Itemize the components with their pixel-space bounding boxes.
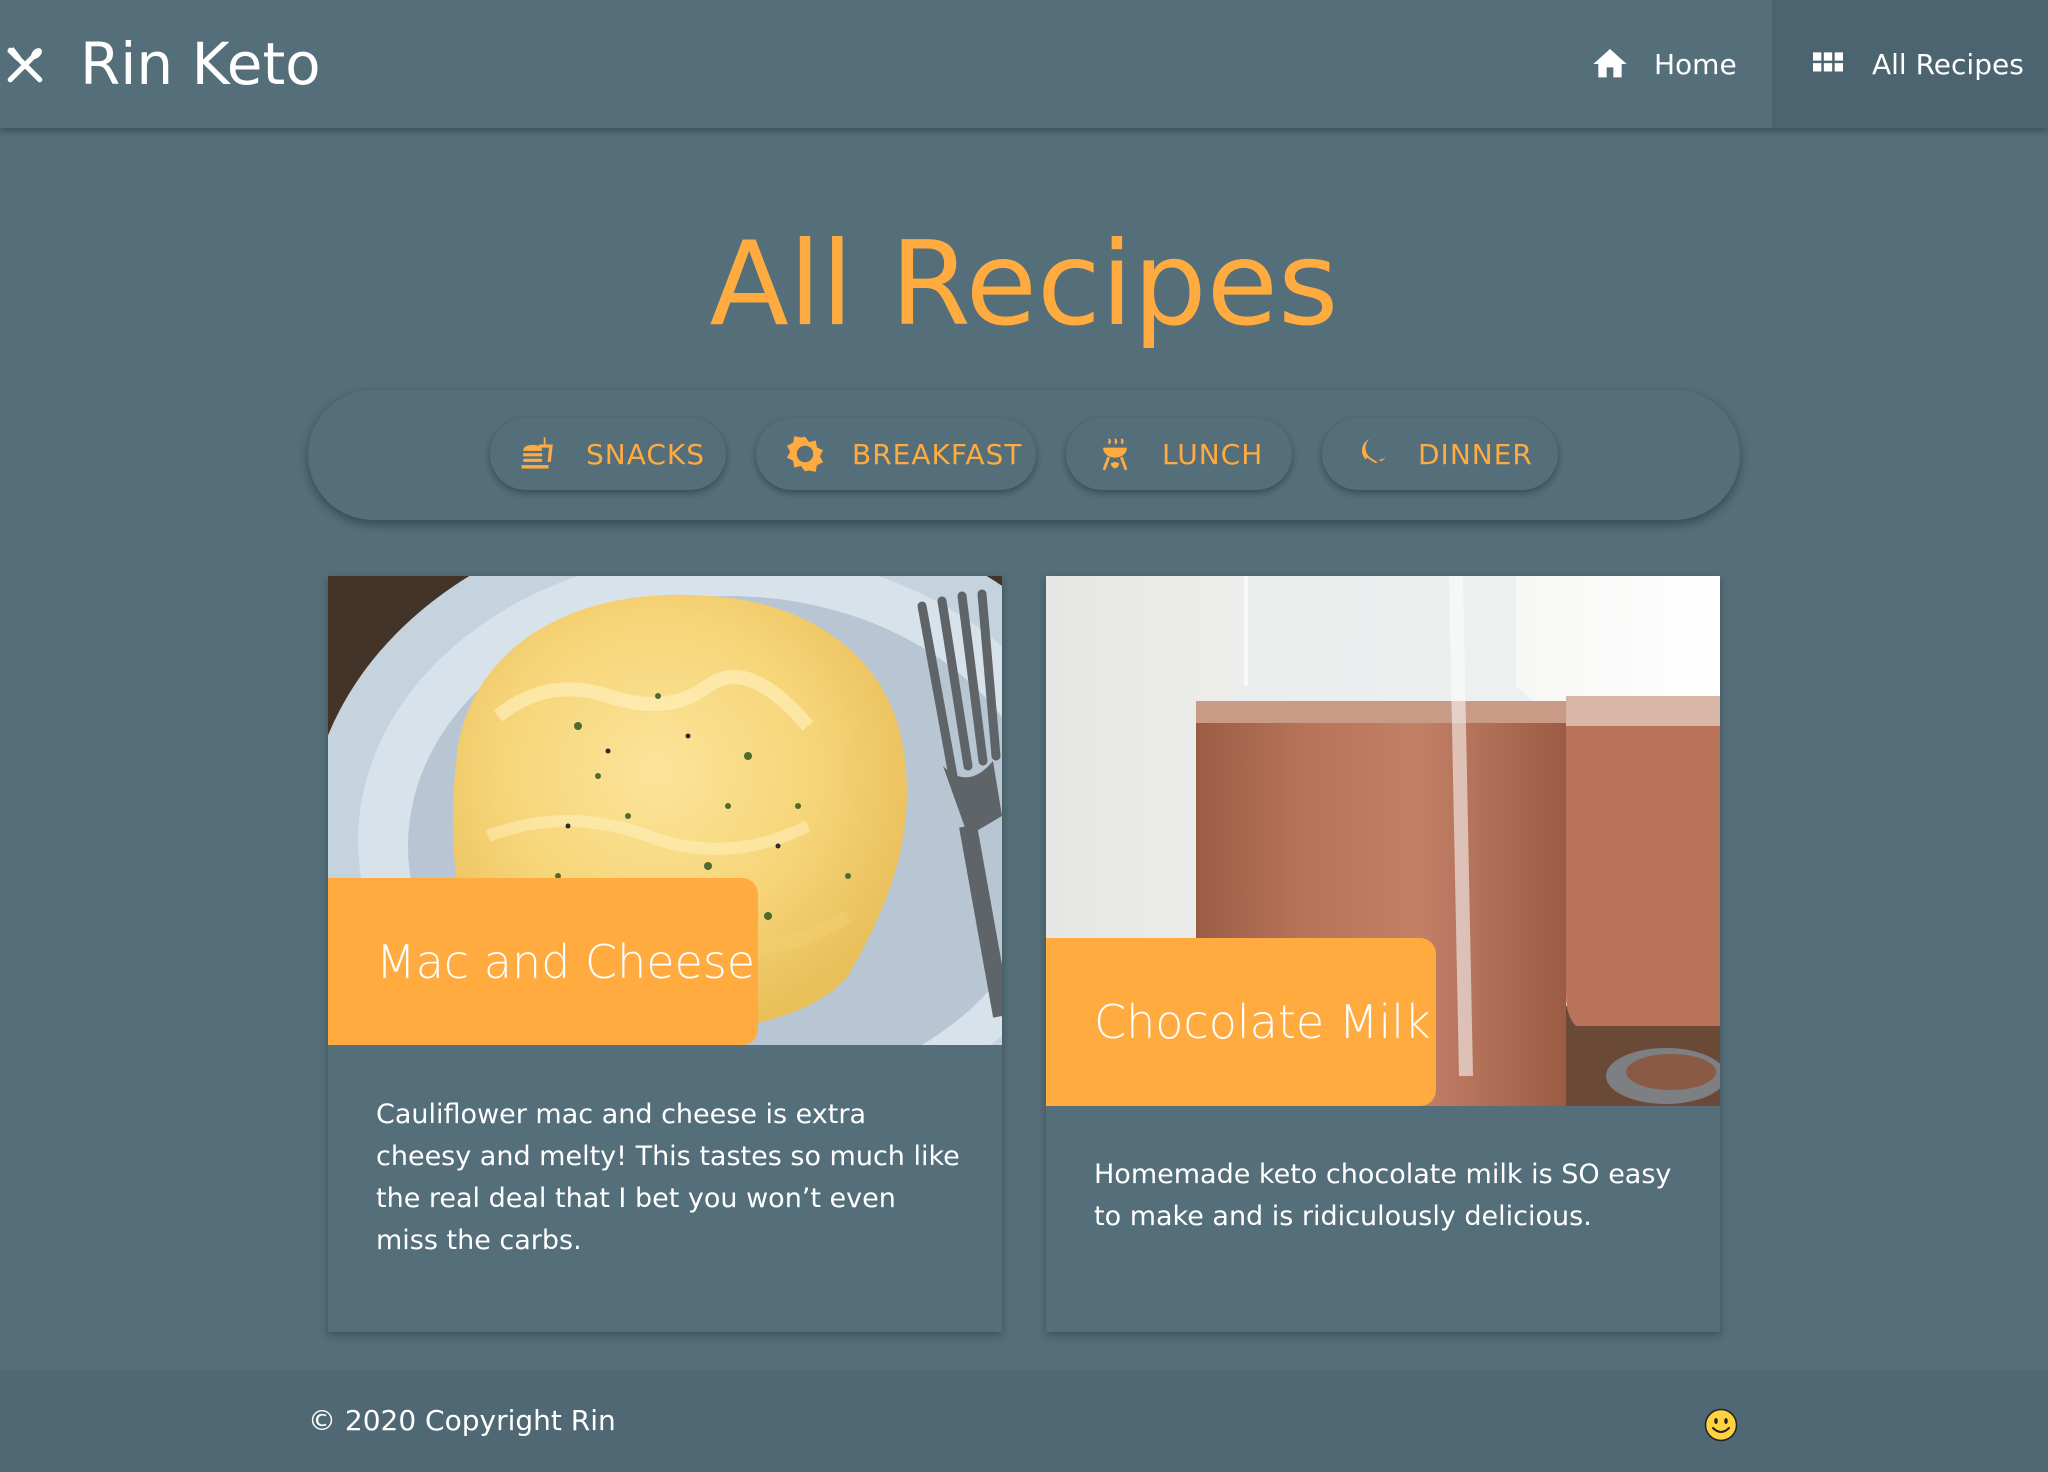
category-snacks-button[interactable]: SNACKS <box>490 418 726 490</box>
nav-home-label: Home <box>1654 47 1737 81</box>
category-snacks-label: SNACKS <box>586 437 706 471</box>
copyright-text: © 2020 Copyright Rin <box>308 1404 616 1437</box>
category-dinner-button[interactable]: DINNER <box>1322 418 1558 490</box>
category-breakfast-label: BREAKFAST <box>852 437 1023 471</box>
category-dinner-label: DINNER <box>1418 437 1533 471</box>
recipe-card-mac-and-cheese[interactable]: Mac and Cheese Cauliflower mac and chees… <box>328 576 1002 1332</box>
footer: © 2020 Copyright Rin <box>0 1370 2048 1472</box>
recipe-card-chocolate-milk[interactable]: Chocolate Milk Homemade keto chocolate m… <box>1046 576 1720 1332</box>
page-title: All Recipes <box>709 217 1339 352</box>
utensils-icon <box>7 47 43 83</box>
moon-icon <box>1361 438 1387 470</box>
category-breakfast-button[interactable]: BREAKFAST <box>756 418 1036 490</box>
top-navbar: Rin Keto Home All Recipes <box>0 0 2048 128</box>
home-icon <box>1593 49 1627 78</box>
recipe-title-mac-and-cheese[interactable]: Mac and Cheese <box>328 878 758 1045</box>
burger-icon <box>521 437 553 469</box>
category-lunch-button[interactable]: LUNCH <box>1066 418 1292 490</box>
recipe-title-chocolate-milk[interactable]: Chocolate Milk <box>1046 938 1436 1106</box>
brand-title[interactable]: Rin Keto <box>80 30 321 98</box>
nav-all-recipes[interactable]: All Recipes <box>1772 0 2048 128</box>
grid-icon <box>1813 52 1843 72</box>
smiley-icon <box>1704 1408 1738 1442</box>
nav-all-recipes-label: All Recipes <box>1872 47 2024 81</box>
category-lunch-label: LUNCH <box>1162 437 1264 471</box>
grill-icon <box>1102 438 1128 471</box>
recipe-description-mac-and-cheese: Cauliflower mac and cheese is extra chee… <box>376 1099 960 1256</box>
category-filter-bar: SNACKS BREAKFAST LUNCH DINNER <box>308 390 1740 520</box>
nav-home[interactable]: Home <box>1570 0 1772 128</box>
sun-icon <box>786 436 824 472</box>
recipe-description-chocolate-milk: Homemade keto chocolate milk is SO easy … <box>1094 1159 1672 1232</box>
